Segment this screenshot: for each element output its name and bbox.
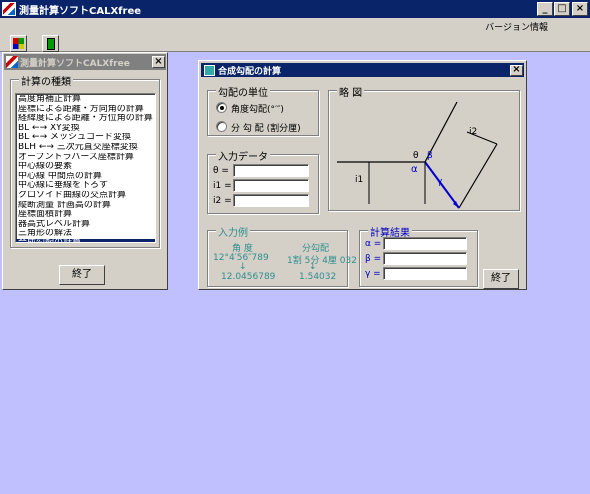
i2-input[interactable] bbox=[233, 194, 309, 207]
i1-label: i1 = bbox=[213, 181, 232, 191]
list-item[interactable]: オープントラバース座標計算 bbox=[16, 153, 155, 163]
close-list-window-button[interactable]: × bbox=[152, 56, 165, 68]
ratio-gradient-label: 分 勾 配 (割分厘) bbox=[231, 124, 301, 134]
diagram-label-i2: i2 bbox=[469, 127, 477, 137]
example-angle-result: 12.0456789 bbox=[221, 272, 276, 282]
gamma-result-field[interactable] bbox=[383, 267, 467, 280]
diagram-label-i1: i1 bbox=[355, 175, 363, 185]
alpha-result-label: α = bbox=[365, 239, 382, 249]
dialog-titlebar: 合成勾配の計算 × bbox=[201, 63, 524, 77]
list-item[interactable]: 座標面積計算 bbox=[16, 210, 155, 220]
dialog-close-x-button[interactable]: × bbox=[510, 64, 523, 76]
i1-input[interactable] bbox=[233, 179, 309, 192]
calculator-icon bbox=[47, 38, 55, 50]
app-titlebar: 測量計算ソフトCALXfree _ □ × bbox=[0, 0, 590, 18]
list-item[interactable]: BL ←→ メッシュコード変換 bbox=[16, 133, 155, 143]
app-icon-small bbox=[6, 56, 18, 68]
dialog-title: 合成勾配の計算 bbox=[218, 66, 282, 77]
example-angle-arrow: ↓ bbox=[239, 262, 247, 272]
minimize-button[interactable]: _ bbox=[537, 2, 553, 16]
calc-type-window: 測量計算ソフトCALXfree × 計算の種類 高度角補正計算 座標による距離・方… bbox=[2, 52, 168, 290]
menu-version-info[interactable]: バージョン情報 bbox=[485, 20, 548, 33]
list-item[interactable]: 中心線の要素 bbox=[16, 162, 155, 172]
toolbar bbox=[0, 34, 590, 52]
gamma-result-label: γ = bbox=[365, 269, 381, 279]
close-app-button[interactable]: × bbox=[572, 2, 588, 16]
list-item[interactable]: 合成勾配の計算 bbox=[16, 238, 155, 242]
calc-type-title: 測量計算ソフトCALXfree bbox=[20, 58, 130, 69]
list-item[interactable]: 縦断測量 計画高の計算 bbox=[16, 201, 155, 211]
beta-result-field[interactable] bbox=[383, 252, 467, 265]
toolbar-calculator-button[interactable] bbox=[42, 35, 59, 52]
menubar: バージョン情報 bbox=[0, 18, 590, 34]
diagram-label-beta: β bbox=[427, 151, 433, 161]
ratio-gradient-radio[interactable] bbox=[216, 121, 227, 132]
list-item[interactable]: クロソイド曲線の交点計算 bbox=[16, 191, 155, 201]
alpha-result-field[interactable] bbox=[383, 237, 467, 250]
toolbar-app-button[interactable] bbox=[10, 35, 27, 52]
beta-result-label: β = bbox=[365, 254, 382, 264]
example-ratio-result: 1.54032 bbox=[299, 272, 337, 282]
calc-type-titlebar: 測量計算ソフトCALXfree × bbox=[4, 54, 166, 70]
diagram-label-gamma: γ bbox=[437, 177, 443, 187]
i2-label: i2 = bbox=[213, 196, 232, 206]
grid-icon-part bbox=[13, 44, 24, 49]
list-item[interactable]: 中心線 中間点の計算 bbox=[16, 172, 155, 182]
list-item[interactable]: 座標による距離・方向角の計算 bbox=[16, 105, 155, 115]
diagram-label-alpha: α bbox=[411, 164, 418, 175]
app-icon bbox=[2, 2, 16, 16]
list-close-button[interactable]: 終了 bbox=[59, 265, 105, 285]
example-ratio-input: 1割 5分 4厘 032 bbox=[287, 256, 357, 266]
list-item[interactable]: BL ←→ XY変換 bbox=[16, 124, 155, 134]
calc-type-list[interactable]: 高度角補正計算 座標による距離・方向角の計算 経緯度による距離・方位角の計算 BL ←… bbox=[15, 93, 156, 243]
list-item[interactable]: 三角形の解法 bbox=[16, 229, 155, 239]
angle-gradient-radio[interactable] bbox=[216, 102, 227, 113]
example-group-label: 入力例 bbox=[216, 224, 250, 239]
example-ratio-arrow: ↓ bbox=[309, 262, 317, 272]
unit-group-label: 勾配の単位 bbox=[216, 84, 270, 99]
app-title: 測量計算ソフトCALXfree bbox=[19, 5, 142, 17]
dialog-icon bbox=[204, 64, 215, 76]
calc-type-group-label: 計算の種類 bbox=[19, 73, 73, 88]
list-item[interactable]: 経緯度による距離・方位角の計算 bbox=[16, 114, 155, 124]
input-group-label: 入力データ bbox=[216, 148, 270, 163]
diagram-label-theta: θ bbox=[413, 151, 419, 161]
theta-input[interactable] bbox=[233, 164, 309, 177]
list-item[interactable]: 高度角補正計算 bbox=[16, 95, 155, 105]
list-item[interactable]: 中心線に垂線を下ろす bbox=[16, 181, 155, 191]
list-item[interactable]: 器高式レベル計算 bbox=[16, 220, 155, 230]
gradient-diagram: i2 i1 θ β α γ bbox=[337, 101, 498, 209]
angle-gradient-label: 角度勾配(°′″) bbox=[231, 105, 284, 115]
theta-label: θ = bbox=[213, 166, 229, 176]
list-item[interactable]: BLH ←→ 三次元直交座標変換 bbox=[16, 143, 155, 153]
maximize-button[interactable]: □ bbox=[554, 2, 570, 16]
gradient-dialog: 合成勾配の計算 × 勾配の単位 角度勾配(°′″) 分 勾 配 (割分厘) 入力… bbox=[198, 60, 527, 290]
dialog-close-button[interactable]: 終了 bbox=[483, 269, 519, 289]
